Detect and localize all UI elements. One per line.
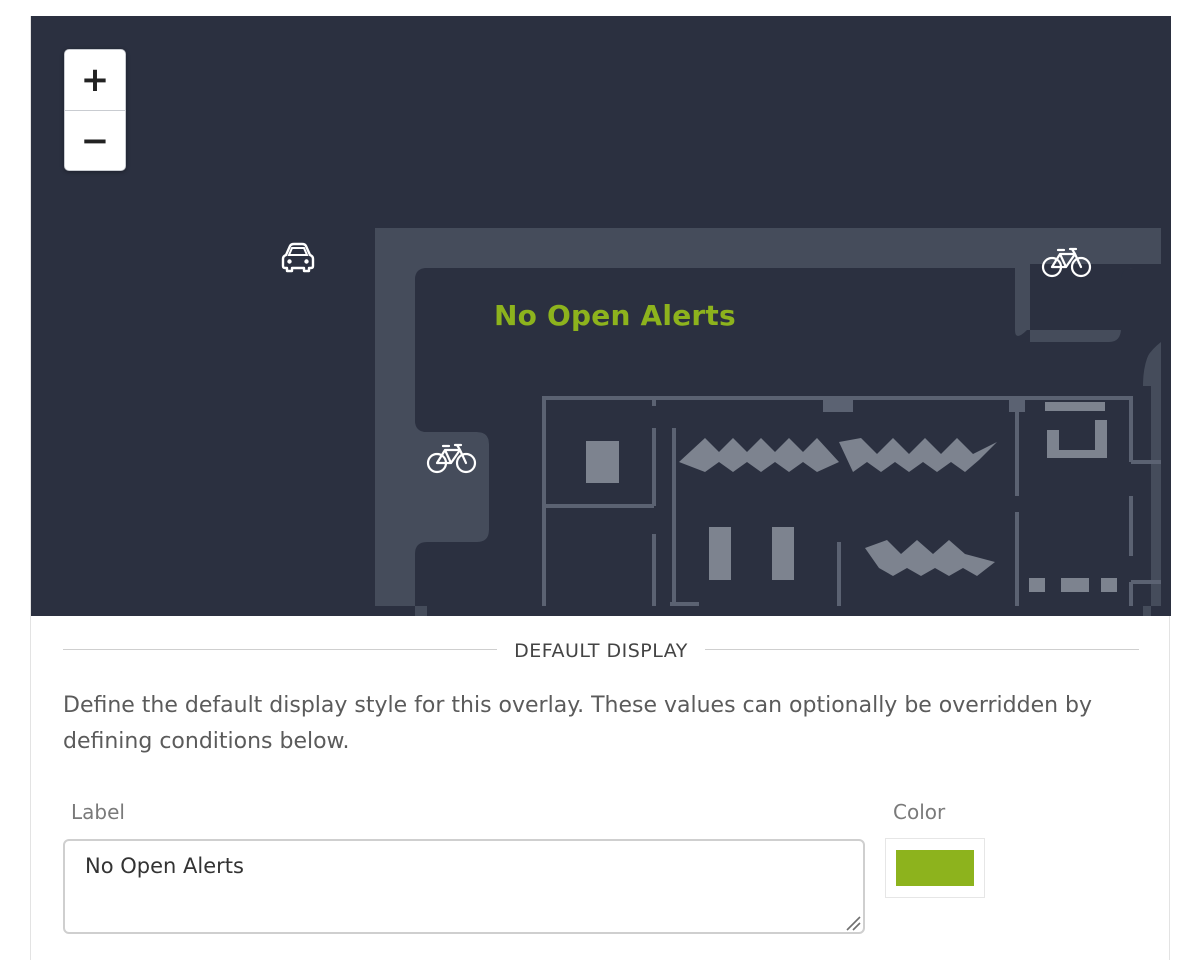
- resize-grip-icon[interactable]: [843, 913, 861, 931]
- overlay-editor-panel: No Open Alerts + − DEFAULT DISPLAY Defin…: [30, 16, 1171, 960]
- color-field-label: Color: [893, 800, 946, 824]
- section-title: DEFAULT DISPLAY: [514, 640, 688, 662]
- label-input[interactable]: [63, 839, 865, 934]
- color-swatch: [896, 850, 974, 886]
- car-icon[interactable]: [279, 240, 317, 274]
- section-description: Define the default display style for thi…: [63, 693, 1093, 754]
- divider-line-right: [705, 649, 1139, 650]
- overlay-status-label: No Open Alerts: [494, 299, 736, 332]
- label-field-label: Label: [71, 800, 125, 824]
- color-picker-button[interactable]: [885, 838, 985, 898]
- zoom-control: + −: [64, 49, 126, 171]
- zoom-in-button[interactable]: +: [65, 50, 125, 110]
- bicycle-icon[interactable]: [426, 440, 478, 476]
- section-divider: DEFAULT DISPLAY: [63, 636, 1139, 664]
- floor-plan-map[interactable]: No Open Alerts + −: [31, 16, 1171, 616]
- bicycle-icon[interactable]: [1041, 244, 1093, 280]
- zoom-out-button[interactable]: −: [65, 110, 125, 170]
